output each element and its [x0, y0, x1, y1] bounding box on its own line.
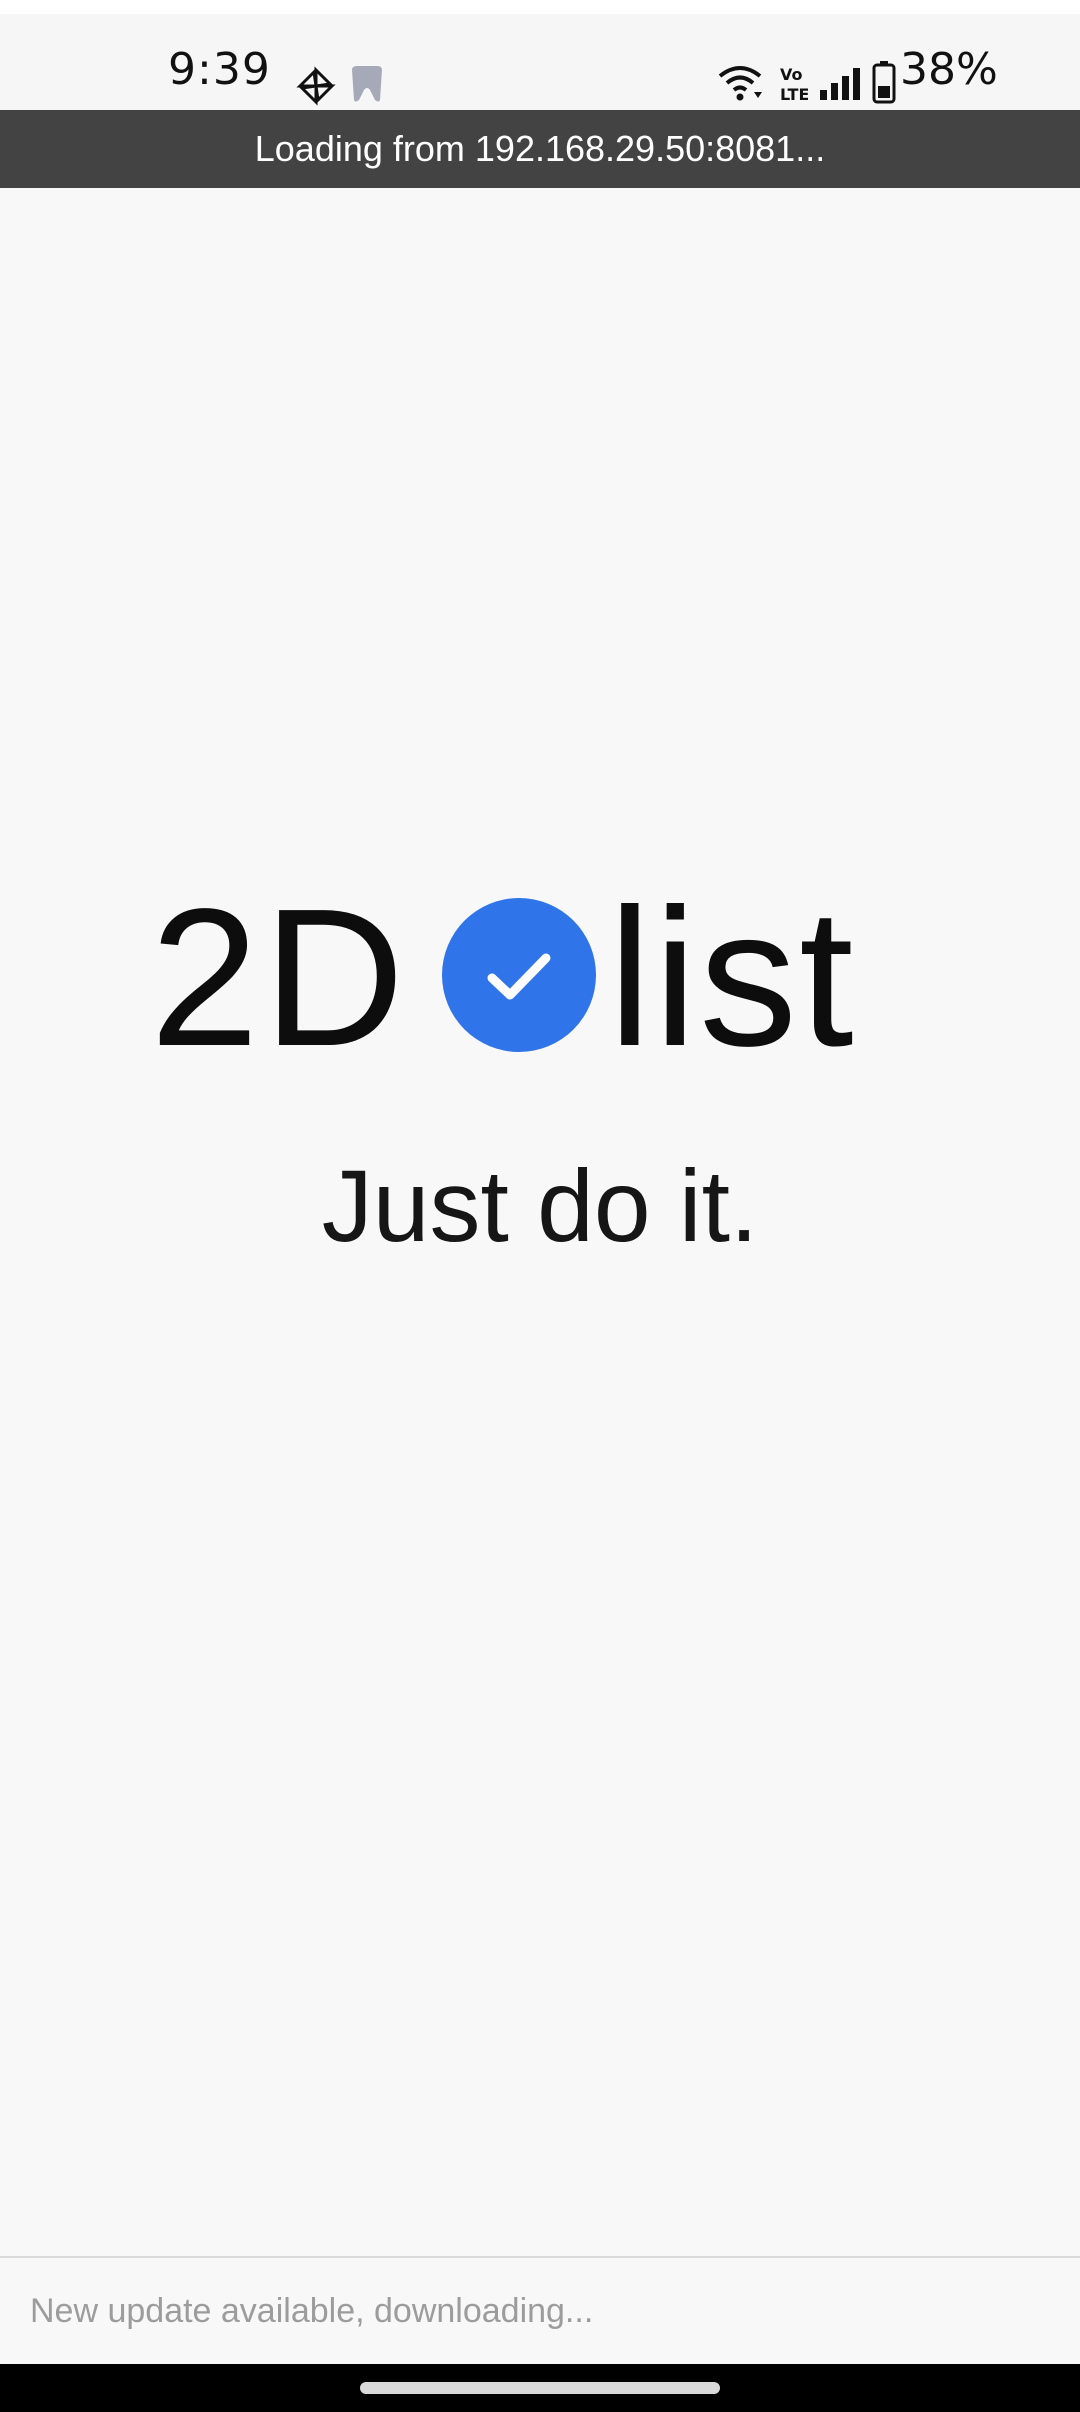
update-banner: New update available, downloading...	[0, 2256, 1080, 2364]
logo-text-right: list	[608, 868, 856, 1087]
status-bar: 9:39 Vo LTE 38%	[0, 14, 1080, 110]
loading-banner: Loading from 192.168.29.50:8081...	[0, 110, 1080, 188]
battery-percentage: 38%	[900, 44, 998, 95]
top-strip	[0, 0, 1080, 14]
update-text: New update available, downloading...	[30, 2292, 594, 2330]
app-logo: 2D list	[150, 868, 930, 1087]
svg-text:Vo: Vo	[780, 65, 803, 84]
loading-text: Loading from 192.168.29.50:8081...	[254, 128, 826, 169]
signal-icon	[818, 66, 864, 107]
volte-icon: Vo LTE	[778, 62, 809, 109]
check-circle-icon	[442, 898, 596, 1052]
tagline: Just do it.	[321, 1149, 759, 1263]
svg-text:LTE: LTE	[780, 85, 808, 104]
home-handle[interactable]	[360, 2382, 720, 2394]
status-time: 9:39	[168, 44, 271, 95]
splash-screen: 2D list Just do it.	[0, 188, 1080, 2256]
logo-text-left: 2D	[150, 868, 409, 1087]
wifi-icon	[716, 62, 764, 109]
battery-icon	[872, 60, 896, 109]
tooth-icon	[348, 64, 386, 109]
navigation-bar	[0, 2364, 1080, 2412]
pinwheel-icon	[296, 66, 336, 111]
